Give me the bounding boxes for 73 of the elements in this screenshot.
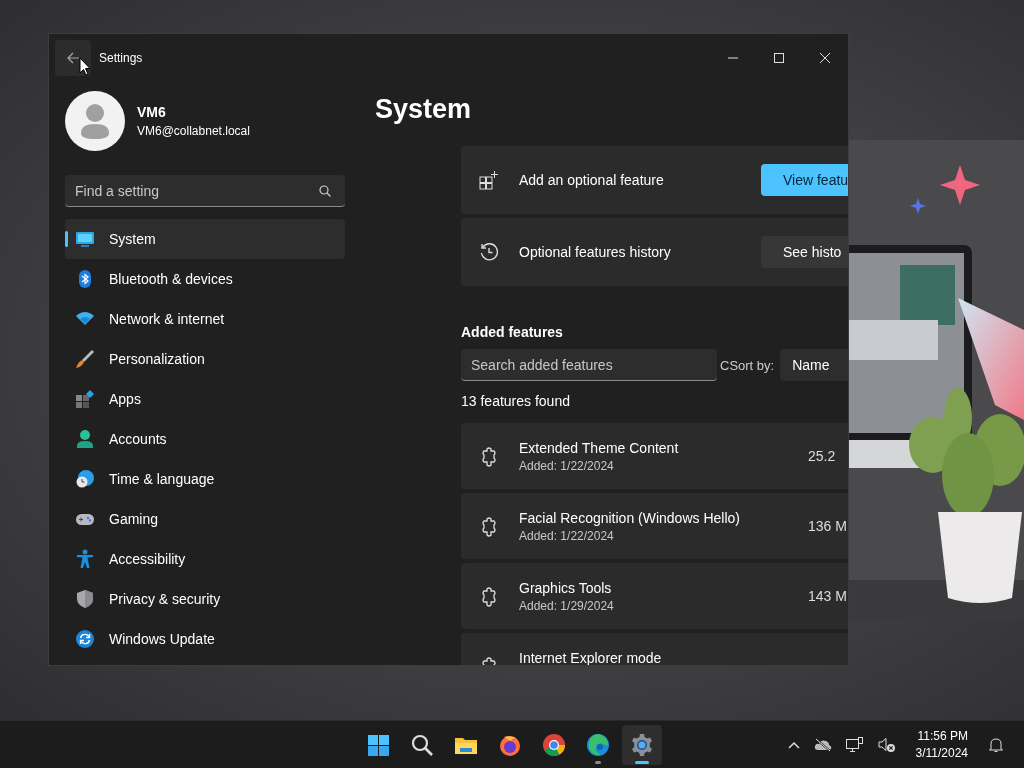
sidebar-item[interactable]: Accounts <box>65 419 345 459</box>
sidebar-item[interactable]: Personalization <box>65 339 345 379</box>
fox-globe-icon <box>498 733 522 757</box>
clock-date[interactable]: 3/11/2024 <box>915 744 968 762</box>
sidebar-item[interactable]: System <box>65 219 345 259</box>
card-label: Add an optional feature <box>519 172 665 188</box>
sidebar-item[interactable]: Accessibility <box>65 539 345 579</box>
taskbar-app[interactable] <box>622 725 662 765</box>
clock-time[interactable]: 11:56 PM <box>915 727 968 745</box>
user-name: VM6 <box>137 104 167 120</box>
feature-name: Graphics Tools <box>519 580 613 596</box>
globe-clock-icon <box>75 469 95 489</box>
person-icon <box>75 429 95 449</box>
puzzle-icon <box>479 447 499 467</box>
monitor-icon <box>75 229 95 249</box>
sort-label: CSort by: <box>720 357 775 373</box>
puzzle-icon <box>479 587 499 607</box>
refresh-icon <box>75 629 95 649</box>
cursor-icon <box>79 57 91 76</box>
wave-browser-icon <box>586 733 610 757</box>
feature-row[interactable]: Internet Explorer mode <box>461 633 848 665</box>
sidebar-item[interactable]: Bluetooth & devices <box>65 259 345 299</box>
start-icon <box>366 733 390 757</box>
sidebar-item[interactable]: Windows Update <box>65 619 345 659</box>
search-icon <box>410 733 434 757</box>
card-label: Optional features history <box>519 244 672 260</box>
feature-name: Facial Recognition (Windows Hello) <box>519 510 741 526</box>
feature-date: Added: 1/22/2024 <box>519 528 615 544</box>
avatar-icon[interactable] <box>65 91 125 151</box>
section-title: Added features <box>461 323 564 342</box>
history-icon <box>479 242 499 262</box>
add-grid-icon <box>479 170 499 190</box>
search-field[interactable]: Search added features <box>461 349 717 381</box>
sidebar-item[interactable]: Gaming <box>65 499 345 539</box>
search-icon[interactable] <box>319 185 331 197</box>
back-button[interactable] <box>55 40 91 76</box>
sort-dropdown[interactable]: Name <box>780 349 848 381</box>
feature-date: Added: 1/29/2024 <box>519 598 615 614</box>
chevron-up-icon[interactable] <box>787 740 800 749</box>
page-title: System <box>375 93 473 126</box>
shield-icon <box>75 589 95 609</box>
puzzle-icon <box>479 517 499 537</box>
window-title: Settings <box>99 51 143 65</box>
feature-name: Extended Theme Content <box>519 440 680 456</box>
search-field[interactable]: Find a setting <box>65 175 345 207</box>
cloud-off-icon[interactable] <box>813 737 832 752</box>
feature-count: 13 features found <box>461 392 571 411</box>
user-email: VM6@collabnet.local <box>137 124 250 138</box>
feature-date: Added: 1/22/2024 <box>519 458 615 474</box>
accessibility-icon <box>75 549 95 569</box>
sidebar-item[interactable]: Network & internet <box>65 299 345 339</box>
sidebar-item[interactable]: Apps <box>65 379 345 419</box>
monitor-network-icon[interactable] <box>845 736 864 753</box>
gear-icon <box>630 733 654 757</box>
feature-name: Internet Explorer mode <box>519 650 663 665</box>
brush-icon <box>75 349 95 369</box>
sidebar-item[interactable]: Privacy & security <box>65 579 345 619</box>
feature-row[interactable]: Extended Theme Content Added: 1/22/2024 25.2 <box>461 423 848 489</box>
view-features-button[interactable]: View featu <box>761 164 848 196</box>
speaker-muted-icon[interactable] <box>877 736 896 753</box>
feature-row[interactable]: Facial Recognition (Windows Hello) Added: 1/22/2024 136 M <box>461 493 848 559</box>
see-history-button[interactable]: See histo <box>761 236 848 268</box>
feature-size: 136 M <box>808 518 848 534</box>
close-icon[interactable] <box>820 53 830 63</box>
feature-row[interactable]: Graphics Tools Added: 1/29/2024 143 M <box>461 563 848 629</box>
maximize-icon[interactable] <box>774 53 784 63</box>
feature-size: 25.2 <box>808 448 837 464</box>
browser-wheel-icon <box>542 733 566 757</box>
sidebar-item[interactable]: Time & language <box>65 459 345 499</box>
apps-icon <box>75 389 95 409</box>
feature-size: 143 M <box>808 588 848 604</box>
bell-icon[interactable] <box>988 736 1004 753</box>
back-arrow-icon[interactable] <box>66 51 80 65</box>
